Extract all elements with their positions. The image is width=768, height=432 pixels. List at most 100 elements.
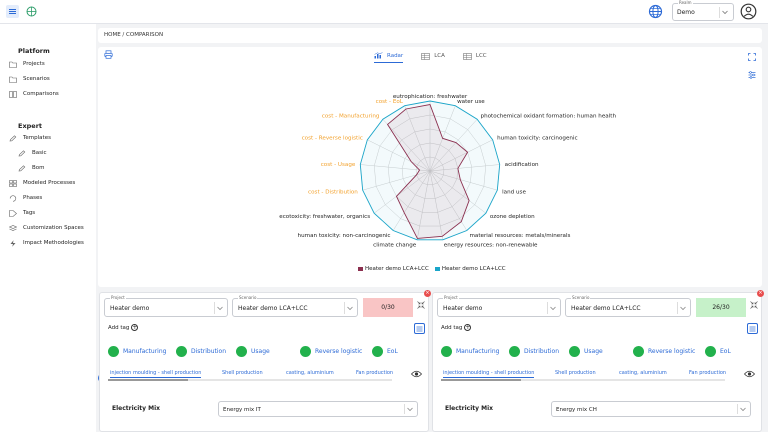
radar-axis-label: human toxicity: carcinogenic: [497, 136, 577, 142]
chevron-down-icon[interactable]: [346, 304, 354, 314]
legend-item[interactable]: Heater demo LCA+LCC: [434, 266, 506, 272]
status-dot: [509, 346, 520, 357]
divider: [344, 302, 345, 314]
chevron-down-icon[interactable]: [549, 304, 557, 314]
collapse-icon[interactable]: [417, 301, 425, 311]
horizontal-scrollbar[interactable]: [441, 379, 725, 381]
remove-card-button[interactable]: ×: [424, 290, 431, 297]
phase-usage[interactable]: Usage: [236, 346, 270, 357]
user-account-icon[interactable]: [740, 3, 757, 22]
folder-icon: [9, 61, 17, 68]
process-tab[interactable]: casting, aluminium: [619, 370, 667, 376]
project-select[interactable]: Project Heater demo: [437, 295, 561, 317]
sidebar-item-modeled-processes[interactable]: Modeled Processes: [9, 178, 75, 188]
menu-icon[interactable]: [6, 5, 19, 18]
sidebar-item-label: Basic: [32, 150, 47, 156]
breadcrumb: HOME / COMPARISON: [98, 28, 762, 43]
electricity-mix-select[interactable]: Energy mix CH: [551, 401, 751, 417]
sidebar-item-phases[interactable]: Phases: [9, 193, 42, 203]
process-tab[interactable]: casting, aluminium: [286, 370, 334, 376]
sidebar-item-label: Scenarios: [23, 76, 50, 82]
realm-select[interactable]: Realm Demo: [672, 0, 734, 21]
scenario-select[interactable]: Scenario Heater demo LCA+LCC: [565, 295, 691, 317]
sidebar-item-templates[interactable]: Templates: [9, 133, 51, 143]
phase-label: Reverse logistic: [315, 348, 363, 355]
sidebar-item-tags[interactable]: Tags: [9, 208, 35, 218]
eye-icon[interactable]: [743, 370, 756, 380]
sidebar-item-label: Templates: [23, 135, 51, 141]
field-value: Energy mix CH: [556, 407, 597, 413]
apps-grid-icon[interactable]: [25, 5, 38, 18]
sidebar-item-impact-methodologies[interactable]: Impact Methodologies: [9, 238, 84, 248]
section-expert: Expert: [18, 122, 43, 130]
sidebar-item-bom[interactable]: Bom: [18, 163, 45, 173]
process-tab[interactable]: Shell production: [222, 370, 263, 376]
sidebar-item-customization-spaces[interactable]: Customization Spaces: [9, 223, 84, 233]
collapse-icon[interactable]: [750, 301, 758, 311]
phase-usage[interactable]: Usage: [569, 346, 603, 357]
process-tab[interactable]: Fan production: [356, 370, 393, 376]
process-tab[interactable]: Fan production: [689, 370, 726, 376]
add-tag-button[interactable]: Add tag +: [108, 324, 139, 331]
phase-reverse-logistic[interactable]: Reverse logistic: [633, 346, 695, 357]
radar-axis-label: cost - Manufacturing: [322, 114, 380, 120]
divider: [547, 302, 548, 314]
field-label: Project: [110, 295, 126, 300]
phase-eol[interactable]: EoL: [372, 346, 398, 357]
chevron-down-icon[interactable]: [406, 405, 414, 415]
bolt-icon: [10, 239, 16, 247]
sidebar-item-label: Customization Spaces: [23, 225, 84, 231]
chevron-down-icon[interactable]: [679, 304, 687, 314]
phase-list: Manufacturing Distribution Usage Reverse…: [108, 346, 426, 360]
chevron-down-icon[interactable]: [739, 405, 747, 415]
radar-axis-label: photochemical oxidant formation: human h…: [481, 114, 617, 120]
compare-icon: [9, 90, 17, 98]
horizontal-scrollbar[interactable]: [108, 379, 392, 381]
realm-value: Demo: [677, 9, 695, 16]
plus-icon: +: [131, 324, 139, 331]
electricity-mix-label: Electricity Mix: [112, 405, 161, 412]
add-tag-button[interactable]: Add tag +: [441, 324, 472, 331]
phase-distribution[interactable]: Distribution: [509, 346, 559, 357]
field-value: Heater demo: [443, 305, 483, 312]
radar-axis-label: land use: [502, 190, 526, 196]
list-view-button[interactable]: [747, 323, 758, 334]
phase-label: EoL: [387, 348, 398, 355]
scrollbar-thumb[interactable]: [441, 379, 521, 381]
sidebar-item-basic[interactable]: Basic: [18, 148, 47, 158]
divider: [719, 7, 720, 18]
scrollbar-thumb[interactable]: [108, 379, 188, 381]
process-tab[interactable]: injection moulding - shell production: [110, 370, 202, 378]
radar-axis-label: climate change: [373, 243, 417, 249]
phase-distribution[interactable]: Distribution: [176, 346, 226, 357]
edit-icon: [18, 149, 26, 156]
chevron-down-icon[interactable]: [721, 8, 729, 18]
process-tab[interactable]: injection moulding - shell production: [443, 370, 535, 378]
phase-eol[interactable]: EoL: [705, 346, 731, 357]
sidebar-item-projects[interactable]: Projects: [9, 59, 45, 69]
field-value: Heater demo LCA+LCC: [571, 305, 641, 312]
sidebar-item-label: Projects: [23, 61, 45, 67]
score-badge: 26/30: [696, 298, 746, 317]
radar-axis-label: cost - Usage: [321, 162, 356, 168]
field-label: Scenario: [238, 295, 258, 300]
list-view-button[interactable]: [414, 323, 425, 334]
phase-manufacturing[interactable]: Manufacturing: [441, 346, 499, 357]
status-dot: [236, 346, 247, 357]
language-globe-icon[interactable]: [648, 4, 663, 21]
scenario-select[interactable]: Scenario Heater demo LCA+LCC: [232, 295, 358, 317]
phase-reverse-logistic[interactable]: Reverse logistic: [300, 346, 362, 357]
field-label: Project: [443, 295, 459, 300]
electricity-mix-select[interactable]: Energy mix IT: [218, 401, 418, 417]
phase-manufacturing[interactable]: Manufacturing: [108, 346, 166, 357]
project-select[interactable]: Project Heater demo: [104, 295, 228, 317]
process-tab[interactable]: Shell production: [555, 370, 596, 376]
sidebar-item-comparisons[interactable]: Comparisons: [9, 89, 59, 99]
sidebar-item-scenarios[interactable]: Scenarios: [9, 74, 50, 84]
phase-label: Manufacturing: [123, 348, 167, 355]
grid-icon: [9, 179, 17, 187]
legend-item[interactable]: Heater demo LCA+LCC: [358, 266, 429, 272]
chevron-down-icon[interactable]: [216, 304, 224, 314]
remove-card-button[interactable]: ×: [757, 290, 764, 297]
eye-icon[interactable]: [410, 370, 423, 380]
